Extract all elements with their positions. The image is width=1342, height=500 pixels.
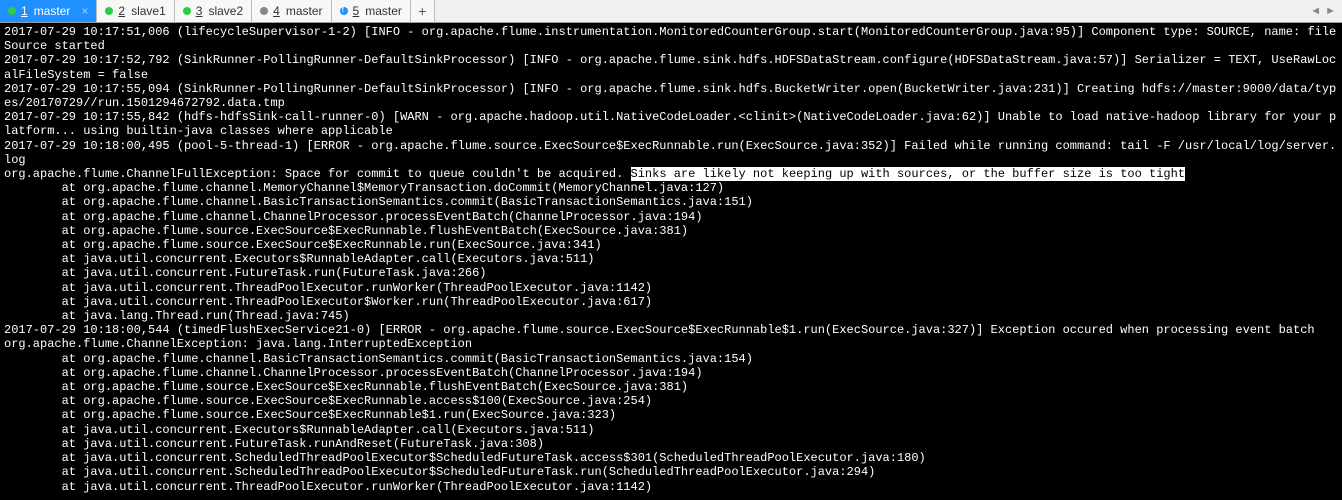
log-line: at org.apache.flume.source.ExecSource$Ex… bbox=[4, 394, 1338, 408]
log-line: at java.util.concurrent.FutureTask.run(F… bbox=[4, 266, 1338, 280]
tab-number: 3 bbox=[196, 4, 203, 18]
log-line: 2017-07-29 10:17:55,094 (SinkRunner-Poll… bbox=[4, 82, 1338, 110]
log-line: at java.util.concurrent.ThreadPoolExecut… bbox=[4, 281, 1338, 295]
log-line: at java.util.concurrent.FutureTask.runAn… bbox=[4, 437, 1338, 451]
log-line: at org.apache.flume.channel.BasicTransac… bbox=[4, 352, 1338, 366]
tab-slave1-2[interactable]: 2 slave1 bbox=[97, 0, 174, 22]
tab-label: master bbox=[34, 4, 71, 18]
log-line: at java.util.concurrent.Executors$Runnab… bbox=[4, 252, 1338, 266]
log-line: at org.apache.flume.channel.ChannelProce… bbox=[4, 210, 1338, 224]
log-line: at org.apache.flume.channel.BasicTransac… bbox=[4, 195, 1338, 209]
tab-slave2-3[interactable]: 3 slave2 bbox=[175, 0, 252, 22]
status-dot-icon bbox=[260, 7, 268, 15]
tab-nav: ◄ ► bbox=[1304, 0, 1342, 22]
tab-label: master bbox=[286, 4, 323, 18]
tab-number: 1 bbox=[21, 4, 28, 18]
tab-next-button[interactable]: ► bbox=[1325, 5, 1336, 17]
tab-label: slave2 bbox=[208, 4, 243, 18]
close-icon[interactable]: × bbox=[81, 5, 88, 17]
log-line: at java.util.concurrent.ThreadPoolExecut… bbox=[4, 480, 1338, 494]
log-line: org.apache.flume.ChannelFullException: S… bbox=[4, 167, 1338, 181]
status-dot-icon bbox=[105, 7, 113, 15]
log-line: 2017-07-29 10:17:52,792 (SinkRunner-Poll… bbox=[4, 53, 1338, 81]
tab-prev-button[interactable]: ◄ bbox=[1310, 5, 1321, 17]
tab-master-4[interactable]: 4 master bbox=[252, 0, 331, 22]
tabbar-spacer bbox=[435, 0, 1304, 22]
add-tab-button[interactable]: + bbox=[411, 0, 435, 22]
alert-icon bbox=[340, 7, 348, 15]
tab-master-5[interactable]: 5 master bbox=[332, 0, 411, 22]
log-line: org.apache.flume.ChannelException: java.… bbox=[4, 337, 1338, 351]
log-line: at java.util.concurrent.Executors$Runnab… bbox=[4, 423, 1338, 437]
tab-master-1[interactable]: 1 master × bbox=[0, 0, 97, 22]
log-line: at org.apache.flume.channel.MemoryChanne… bbox=[4, 181, 1338, 195]
status-dot-icon bbox=[183, 7, 191, 15]
log-line: at org.apache.flume.channel.ChannelProce… bbox=[4, 366, 1338, 380]
log-line: at java.util.concurrent.ScheduledThreadP… bbox=[4, 451, 1338, 465]
log-line: at org.apache.flume.source.ExecSource$Ex… bbox=[4, 380, 1338, 394]
tab-label: slave1 bbox=[131, 4, 166, 18]
log-line: at org.apache.flume.source.ExecSource$Ex… bbox=[4, 224, 1338, 238]
log-line: 2017-07-29 10:17:51,006 (lifecycleSuperv… bbox=[4, 25, 1338, 53]
log-line: 2017-07-29 10:18:00,544 (timedFlushExecS… bbox=[4, 323, 1338, 337]
log-line: at java.util.concurrent.ThreadPoolExecut… bbox=[4, 295, 1338, 309]
log-line: 2017-07-29 10:17:55,842 (hdfs-hdfsSink-c… bbox=[4, 110, 1338, 138]
highlighted-text: Sinks are likely not keeping up with sou… bbox=[631, 167, 1186, 181]
tab-number: 5 bbox=[353, 4, 360, 18]
tab-label: master bbox=[365, 4, 402, 18]
log-line: at org.apache.flume.source.ExecSource$Ex… bbox=[4, 408, 1338, 422]
log-line: at java.lang.Thread.run(Thread.java:745) bbox=[4, 309, 1338, 323]
log-line: at org.apache.flume.source.ExecSource$Ex… bbox=[4, 238, 1338, 252]
tab-number: 4 bbox=[273, 4, 280, 18]
log-line: at java.util.concurrent.ScheduledThreadP… bbox=[4, 465, 1338, 479]
tab-bar: 1 master×2 slave13 slave24 master5 maste… bbox=[0, 0, 1342, 23]
log-line: 2017-07-29 10:18:00,495 (pool-5-thread-1… bbox=[4, 139, 1338, 167]
terminal-output[interactable]: 2017-07-29 10:17:51,006 (lifecycleSuperv… bbox=[0, 23, 1342, 500]
status-dot-icon bbox=[8, 7, 16, 15]
tab-number: 2 bbox=[118, 4, 125, 18]
